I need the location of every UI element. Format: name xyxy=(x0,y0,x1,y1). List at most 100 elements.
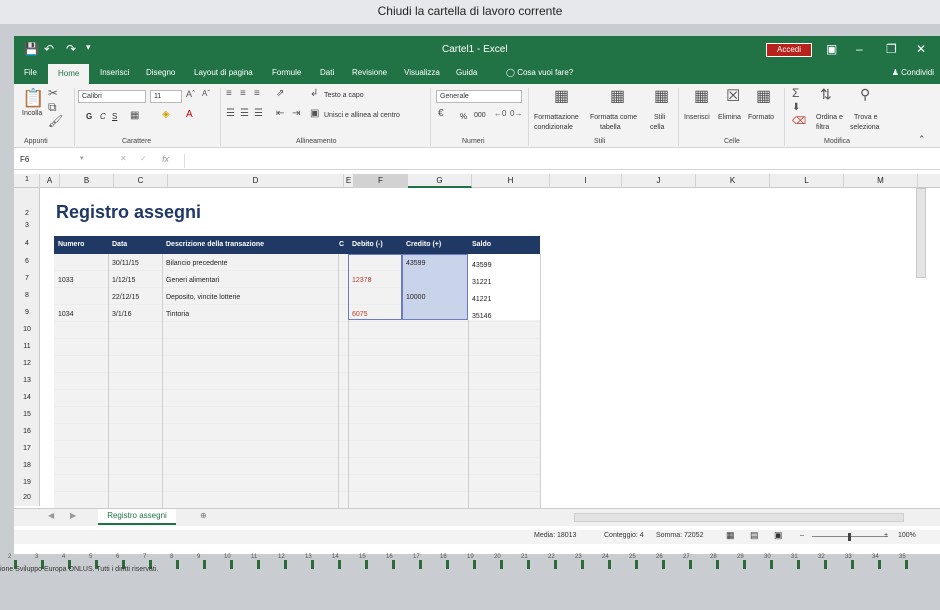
align-middle-icon[interactable]: ≡ xyxy=(240,88,246,99)
tab-draw[interactable]: Disegno xyxy=(146,68,175,77)
find-select-icon[interactable]: ⚲ xyxy=(860,86,870,103)
sheet-title[interactable]: Registro assegni xyxy=(56,202,201,223)
format-table-label1[interactable]: Formatta come xyxy=(590,114,637,121)
column-header[interactable]: F xyxy=(354,174,408,188)
fill-icon[interactable]: ⬇ xyxy=(792,102,800,113)
currency-icon[interactable]: € xyxy=(438,108,444,119)
restore-icon[interactable]: ❐ xyxy=(886,42,897,56)
cell-styles-icon[interactable]: ▦ xyxy=(654,86,669,106)
table-cell-data[interactable]: 3/1/16 xyxy=(108,307,131,322)
row-header[interactable]: 18 xyxy=(14,462,40,469)
merge-center-button[interactable]: Unisci e allinea al centro xyxy=(324,112,400,119)
table-cell-saldo[interactable]: 35146 xyxy=(468,309,491,324)
table-cell-saldo[interactable]: 41221 xyxy=(468,292,491,307)
format-cells-button[interactable]: Formato xyxy=(748,114,774,121)
italic-button[interactable]: C xyxy=(100,112,106,121)
find-select-label2[interactable]: seleziona xyxy=(850,124,880,131)
font-name-select[interactable]: Calibri xyxy=(78,90,146,103)
column-header[interactable]: A xyxy=(40,174,60,188)
page-layout-view-icon[interactable]: ▤ xyxy=(750,530,759,541)
prev-sheet-icon[interactable]: ◀ xyxy=(48,511,54,520)
fill-color-icon[interactable]: ◈ xyxy=(162,109,170,120)
page-break-view-icon[interactable]: ▣ xyxy=(774,530,783,541)
sheet-tab-registro[interactable]: Registro assegni xyxy=(98,509,176,525)
decrease-indent-icon[interactable]: ⇤ xyxy=(276,108,284,119)
align-left-icon[interactable]: ☰ xyxy=(226,108,235,119)
table-cell-saldo[interactable]: 43599 xyxy=(468,258,491,273)
header-credito[interactable]: Credito (+) xyxy=(402,236,468,254)
undo-icon[interactable]: ↶ xyxy=(44,42,54,56)
collapse-ribbon-icon[interactable]: ⌃ xyxy=(918,134,926,145)
confirm-entry-icon[interactable]: ✓ xyxy=(140,154,147,163)
column-header[interactable]: B xyxy=(60,174,114,188)
autosum-icon[interactable]: Σ xyxy=(792,86,799,100)
copy-icon[interactable]: ⧉ xyxy=(48,100,57,115)
column-header[interactable]: K xyxy=(696,174,770,188)
row-header[interactable]: 6 xyxy=(14,258,40,265)
normal-view-icon[interactable]: ▦ xyxy=(726,530,735,541)
zoom-in-icon[interactable]: + xyxy=(884,532,888,539)
column-header[interactable]: M xyxy=(844,174,918,188)
column-header[interactable]: C xyxy=(114,174,168,188)
row-header[interactable]: 12 xyxy=(14,360,40,367)
sort-filter-label2[interactable]: filtra xyxy=(816,124,829,131)
thousands-button[interactable]: 000 xyxy=(474,112,486,119)
paste-label[interactable]: Incolla xyxy=(22,110,42,117)
column-header[interactable]: L xyxy=(770,174,844,188)
ribbon-display-icon[interactable]: ▣ xyxy=(826,42,837,56)
row-header[interactable]: 15 xyxy=(14,411,40,418)
row-header[interactable]: 8 xyxy=(14,292,40,299)
row-header[interactable]: 13 xyxy=(14,377,40,384)
merge-icon[interactable]: ▣ xyxy=(310,108,319,119)
font-size-select[interactable]: 11 xyxy=(150,90,182,103)
share-button[interactable]: ♟ Condividi xyxy=(892,68,934,77)
delete-cells-button[interactable]: Elimina xyxy=(718,114,741,121)
tab-formulas[interactable]: Formule xyxy=(272,68,301,77)
row-header[interactable]: 19 xyxy=(14,479,40,486)
worksheet-grid[interactable]: Registro assegni Numero Data Descrizione… xyxy=(40,188,930,516)
row-header[interactable]: 20 xyxy=(14,494,40,501)
insert-function-button[interactable]: fx xyxy=(162,154,169,164)
table-cell-debito[interactable]: 6075 xyxy=(348,307,368,322)
header-descrizione[interactable]: Descrizione della transazione xyxy=(162,236,338,254)
column-header[interactable]: I xyxy=(550,174,622,188)
column-header[interactable]: H xyxy=(472,174,550,188)
cell-styles-label2[interactable]: cella xyxy=(650,124,664,131)
table-cell-data[interactable]: 1/12/15 xyxy=(108,273,135,288)
conditional-format-label2[interactable]: condizionale xyxy=(534,124,573,131)
format-painter-icon[interactable]: 🖌 xyxy=(48,114,63,128)
column-header[interactable]: E xyxy=(344,174,354,188)
table-cell-saldo[interactable]: 31221 xyxy=(468,275,491,290)
header-c[interactable]: C xyxy=(338,236,348,254)
cut-icon[interactable]: ✂ xyxy=(48,86,58,100)
decrease-font-icon[interactable]: Aˇ xyxy=(202,89,210,98)
redo-icon[interactable]: ↷ xyxy=(66,42,76,56)
paste-icon[interactable]: 📋 xyxy=(22,88,44,109)
customize-toolbar-icon[interactable]: ▾ xyxy=(86,42,91,53)
row-header[interactable]: 17 xyxy=(14,445,40,452)
underline-button[interactable]: S xyxy=(112,112,117,121)
insert-cells-button[interactable]: Inserisci xyxy=(684,114,710,121)
row-header[interactable]: 10 xyxy=(14,326,40,333)
increase-decimal-icon[interactable]: ←0 xyxy=(494,109,506,118)
tab-help[interactable]: Guida xyxy=(456,68,477,77)
bold-button[interactable]: G xyxy=(86,112,92,121)
row-header[interactable]: 2 xyxy=(14,210,40,217)
table-cell-debito[interactable]: 12378 xyxy=(348,273,371,288)
tab-file[interactable]: File xyxy=(24,68,37,77)
table-cell-data[interactable]: 22/12/15 xyxy=(108,290,139,305)
conditional-format-icon[interactable]: ▦ xyxy=(554,86,569,106)
header-saldo[interactable]: Saldo xyxy=(468,236,540,254)
align-bottom-icon[interactable]: ≡ xyxy=(254,88,260,99)
tab-insert[interactable]: Inserisci xyxy=(100,68,129,77)
table-cell-descrizione[interactable]: Generi alimentari xyxy=(162,273,219,288)
horizontal-scrollbar[interactable] xyxy=(574,513,904,522)
insert-cells-icon[interactable]: ▦ xyxy=(694,86,709,106)
tell-me-search[interactable]: ◯ Cosa vuoi fare? xyxy=(506,68,573,77)
tab-home[interactable]: Home xyxy=(48,64,90,84)
close-icon[interactable]: ✕ xyxy=(916,42,926,56)
delete-cells-icon[interactable]: ☒ xyxy=(726,86,740,106)
wrap-text-button[interactable]: Testo a capo xyxy=(324,92,364,99)
formula-input[interactable] xyxy=(184,154,924,168)
zoom-out-icon[interactable]: – xyxy=(800,532,804,539)
